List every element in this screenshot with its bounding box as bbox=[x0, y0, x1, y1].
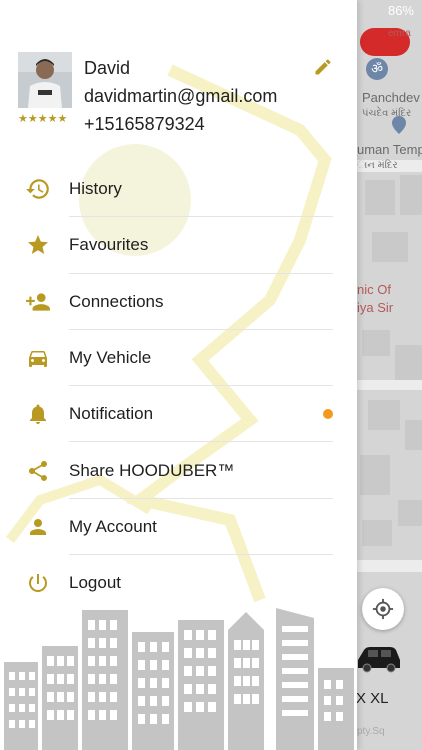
locate-button[interactable] bbox=[362, 588, 404, 630]
notification-badge bbox=[323, 409, 333, 420]
locate-icon bbox=[372, 598, 394, 620]
menu-item-my-account[interactable]: My Account bbox=[0, 499, 357, 556]
om-pin-icon: ॐ bbox=[366, 58, 388, 80]
map-label-clinic-2: iya Sir bbox=[357, 300, 394, 315]
menu-item-label: Notification bbox=[69, 404, 154, 424]
pencil-icon bbox=[315, 59, 331, 75]
city-skyline-illustration bbox=[4, 608, 354, 750]
star-icon bbox=[25, 232, 51, 258]
navigation-drawer: ★★★★★ David davidmartin@gmail.com +15165… bbox=[0, 0, 357, 750]
temple-pin-icon bbox=[392, 116, 406, 134]
menu-item-label: History bbox=[69, 179, 122, 199]
menu-item-label: My Vehicle bbox=[69, 348, 152, 368]
menu-item-label: Logout bbox=[69, 573, 121, 593]
menu-item-label: Share HOODUBER™ bbox=[69, 460, 235, 480]
history-icon bbox=[25, 176, 51, 202]
add-person-icon bbox=[25, 289, 51, 315]
profile-header[interactable]: ★★★★★ David davidmartin@gmail.com +15165… bbox=[0, 0, 357, 150]
map-label-panchdev: Panchdev bbox=[362, 90, 420, 105]
car-type-label: X XL bbox=[356, 690, 389, 707]
user-phone: +15165879324 bbox=[84, 114, 205, 134]
share-icon bbox=[25, 458, 51, 484]
map-label-hanuman: uman Temp bbox=[357, 142, 422, 157]
menu-item-history[interactable]: History bbox=[0, 161, 357, 218]
battery-status: 86% bbox=[387, 3, 414, 18]
car-icon[interactable] bbox=[356, 640, 402, 674]
menu-item-notification[interactable]: Notification bbox=[0, 386, 357, 443]
bell-icon bbox=[25, 401, 51, 427]
menu-item-connections[interactable]: Connections bbox=[0, 274, 357, 330]
menu-item-label: Connections bbox=[69, 291, 164, 311]
menu-item-label: My Account bbox=[69, 516, 157, 536]
drawer-menu: History Favourites Connections My Vehicl… bbox=[0, 161, 357, 611]
map-label-hanuman-gujarati: ાન મંદિર bbox=[357, 160, 398, 171]
person-icon bbox=[25, 514, 51, 540]
edit-profile-button[interactable] bbox=[312, 56, 334, 78]
map-label-bottom: pty.Sq bbox=[357, 726, 385, 737]
avatar[interactable] bbox=[18, 52, 72, 108]
car-icon bbox=[25, 345, 51, 371]
map-label-top: emra bbox=[388, 28, 411, 39]
avatar-image bbox=[18, 52, 72, 108]
map-label-clinic-1: nic Of bbox=[357, 282, 391, 297]
rating-stars: ★★★★★ bbox=[18, 113, 68, 125]
power-icon bbox=[25, 570, 51, 596]
menu-item-share[interactable]: Share HOODUBER™ bbox=[0, 442, 357, 499]
menu-item-my-vehicle[interactable]: My Vehicle bbox=[0, 330, 357, 387]
menu-item-label: Favourites bbox=[69, 235, 149, 255]
user-email: davidmartin@gmail.com bbox=[84, 86, 278, 106]
menu-item-favourites[interactable]: Favourites bbox=[0, 217, 357, 274]
user-name: David bbox=[84, 58, 131, 78]
